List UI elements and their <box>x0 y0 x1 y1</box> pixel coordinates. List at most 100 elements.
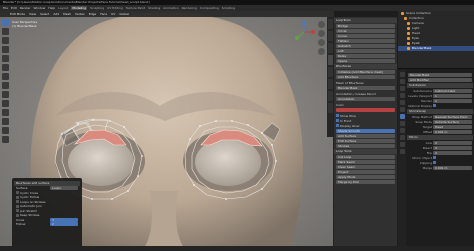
looptools-button[interactable]: Loft <box>336 49 395 53</box>
tool-icon[interactable] <box>1 109 9 116</box>
bsurface-action-button[interactable]: Edit Surface <box>336 139 395 143</box>
property-field[interactable]: X <box>433 145 472 150</box>
properties-tab-icon[interactable] <box>399 135 405 140</box>
checkbox-icon[interactable] <box>336 114 339 117</box>
sidebar-tab[interactable] <box>327 19 333 29</box>
properties-tab-icon[interactable] <box>399 128 405 133</box>
properties-tab-icon[interactable] <box>399 107 405 112</box>
tool-icon[interactable] <box>1 100 9 107</box>
viewport-menu-item[interactable]: Global <box>119 12 129 16</box>
sidebar-tab[interactable] <box>327 103 333 113</box>
pan-icon[interactable] <box>318 30 325 37</box>
menu-item[interactable]: Edit <box>11 6 17 10</box>
viewport-menu-item[interactable]: UV <box>111 12 115 16</box>
camera-icon[interactable] <box>318 39 325 46</box>
workspace-tab[interactable]: Rendering <box>182 6 197 10</box>
tool-icon[interactable] <box>1 91 9 98</box>
checkbox-icon[interactable] <box>336 119 339 122</box>
tool-icon[interactable] <box>1 46 9 53</box>
loop-action-button[interactable]: Cut Loop <box>336 155 395 159</box>
tool-icon[interactable] <box>1 136 9 143</box>
property-field[interactable]: Head <box>433 124 472 129</box>
tool-icon[interactable] <box>1 64 9 71</box>
checkbox-icon[interactable] <box>433 161 436 164</box>
workspace-tab[interactable]: Shading <box>148 6 160 10</box>
property-field[interactable]: X <box>433 140 472 145</box>
property-field[interactable]: 2 <box>433 98 472 103</box>
workspace-tab[interactable]: Sculpting <box>90 6 104 10</box>
viewport-menu-item[interactable]: Vertex <box>75 12 85 16</box>
bsurface-action-button[interactable]: Strokes <box>336 144 395 148</box>
looptools-button[interactable]: Flatten <box>336 39 395 43</box>
add-modifier-button[interactable]: Add Modifier <box>408 77 472 82</box>
property-field[interactable]: X <box>433 150 472 155</box>
loop-action-button[interactable]: Clear Seam <box>336 165 395 169</box>
looptools-button[interactable]: Bridge <box>336 24 395 28</box>
initialize-bsurface-button[interactable]: Initialize (Add BSurface mesh) <box>336 70 395 74</box>
annotation-select[interactable]: Annotation <box>336 97 395 101</box>
looptools-button[interactable]: Gstretch <box>336 44 395 48</box>
sidebar-tab[interactable] <box>327 43 333 53</box>
property-field[interactable]: 0.001 m <box>433 129 472 134</box>
tool-icon[interactable] <box>1 55 9 62</box>
bsurfaces-header[interactable]: BSurfaces <box>334 64 397 69</box>
properties-tab-icon[interactable] <box>399 93 405 98</box>
property-field[interactable]: 1 <box>433 93 472 98</box>
looptools-button[interactable]: Relax <box>336 54 395 58</box>
workspace-tab[interactable]: Compositing <box>200 6 219 10</box>
checkbox-icon[interactable] <box>433 156 436 159</box>
viewport-menu-item[interactable]: Edit Mode <box>10 12 25 16</box>
property-field[interactable]: 0.001 m <box>433 165 472 170</box>
checkbox-icon[interactable] <box>16 200 19 204</box>
viewport-menu-item[interactable]: View <box>29 12 36 16</box>
viewport-menu-item[interactable]: Select <box>40 12 49 16</box>
bsurface-action-button[interactable]: Add Surface <box>336 134 395 138</box>
workspace-tab[interactable]: Texture Paint <box>126 6 145 10</box>
workspace-tab[interactable]: UV Editing <box>107 6 123 10</box>
workspace-tab[interactable]: Animation <box>163 6 178 10</box>
looptools-header[interactable]: LoopTools <box>334 18 397 23</box>
tool-icon[interactable] <box>1 37 9 44</box>
outliner-row[interactable]: BlenderMask <box>398 46 474 51</box>
properties-tab-icon[interactable] <box>399 86 405 91</box>
mesh-select[interactable]: BlenderMask <box>336 86 395 90</box>
sidebar-tab[interactable] <box>327 31 333 41</box>
tool-icon[interactable] <box>1 28 9 35</box>
looptools-button[interactable]: Curve <box>336 34 395 38</box>
viewport-menu-item[interactable]: Mesh <box>63 12 71 16</box>
grid-icon[interactable] <box>318 48 325 55</box>
tool-icon[interactable] <box>1 82 9 89</box>
object-name-field[interactable]: BlenderMask <box>408 72 472 77</box>
menu-item[interactable]: Window <box>34 6 46 10</box>
properties-tab-icon[interactable] <box>399 72 405 77</box>
operator-row-field[interactable]: Loops <box>50 186 78 191</box>
viewport-menu-item[interactable]: Edge <box>89 12 97 16</box>
check-row[interactable]: Display Glow <box>334 123 397 128</box>
menu-item[interactable]: File <box>3 6 8 10</box>
loop-action-button[interactable]: Project <box>336 170 395 174</box>
checkbox-icon[interactable] <box>16 213 19 217</box>
tool-icon[interactable] <box>1 127 9 134</box>
property-field[interactable]: Catmull-Clark <box>433 88 472 93</box>
property-field[interactable]: Outside Surface <box>433 119 472 124</box>
add-bsurface-button[interactable]: Add BSurface <box>336 75 395 79</box>
sidebar-tab[interactable] <box>327 67 333 77</box>
checkbox-icon[interactable] <box>336 124 339 127</box>
workspace-tab[interactable]: Layout <box>58 6 68 10</box>
property-field[interactable]: Nearest Surface Point <box>433 114 472 119</box>
checkbox-icon[interactable] <box>16 191 19 195</box>
viewport-menu-item[interactable]: Face <box>100 12 107 16</box>
operator-row-field[interactable]: 2 <box>50 222 78 227</box>
sidebar-tab[interactable] <box>327 91 333 101</box>
zoom-icon[interactable] <box>318 21 325 28</box>
annotation-color-swatch[interactable] <box>336 108 395 112</box>
sidebar-tab[interactable] <box>327 55 333 65</box>
workspace-tab[interactable]: Scripting <box>222 6 235 10</box>
loop-action-button[interactable]: Mark Seam <box>336 160 395 164</box>
workspace-tab[interactable]: Modeling <box>71 6 88 10</box>
properties-tab-icon[interactable] <box>399 121 405 126</box>
shade-smooth-button[interactable]: Shade Smooth <box>336 129 395 133</box>
checkbox-icon[interactable] <box>16 209 19 213</box>
looptools-button[interactable]: Space <box>336 59 395 63</box>
loop-header[interactable]: Loop Tools <box>334 149 397 154</box>
